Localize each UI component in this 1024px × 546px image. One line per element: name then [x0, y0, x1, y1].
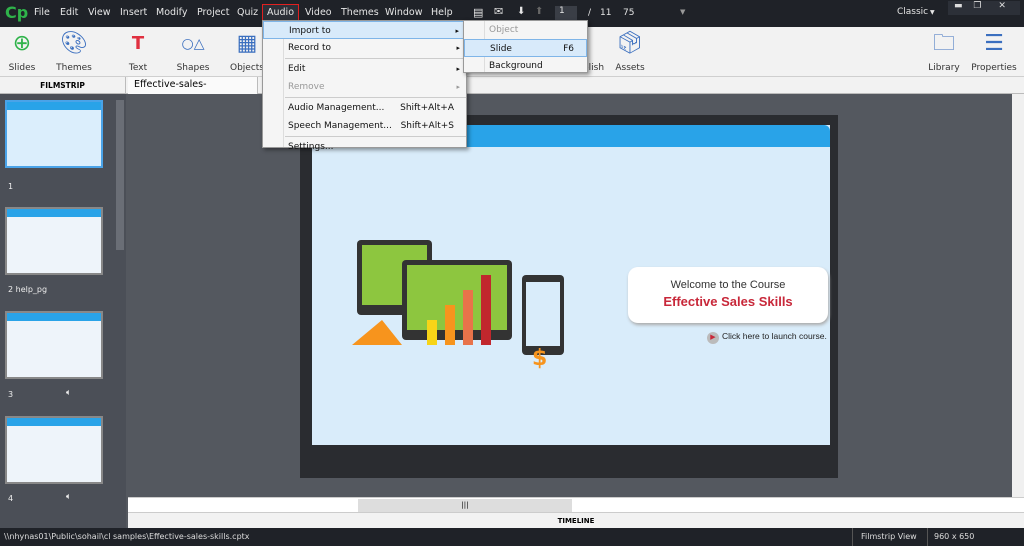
chevron-down-icon[interactable]: ▼: [680, 8, 685, 16]
status-bar: \\nhynas01\Public\sohail\cl samples\Effe…: [0, 528, 1024, 546]
close-icon[interactable]: ✕: [998, 1, 1006, 11]
slide-canvas[interactable]: $ Welcome to the Course Effective Sales …: [312, 125, 830, 445]
palette-icon: 🎨︎: [60, 31, 88, 56]
menu-edit[interactable]: Edit: [56, 5, 82, 20]
speaker-icon: 🔈︎: [66, 492, 72, 502]
menu-item-audio-management[interactable]: Audio Management... Shift+Alt+A: [263, 99, 466, 117]
arrow-down-icon[interactable]: ⬇: [517, 6, 525, 17]
text-label: Text: [128, 63, 148, 73]
submenu-item-background[interactable]: Background: [464, 57, 587, 75]
filmstrip-scrollbar[interactable]: [116, 100, 124, 250]
play-icon: ▶: [707, 332, 719, 344]
text-icon: T: [131, 33, 145, 54]
menu-project[interactable]: Project: [193, 5, 234, 20]
assets-label: Assets: [615, 63, 645, 73]
restore-icon[interactable]: ❐: [973, 1, 981, 11]
shapes-label: Shapes: [176, 63, 210, 73]
horizontal-scrollbar[interactable]: |||: [128, 497, 1024, 512]
themes-button[interactable]: 🎨︎ Themes: [44, 30, 104, 73]
slide-thumbnail-4[interactable]: [5, 416, 103, 484]
menu-quiz[interactable]: Quiz: [233, 5, 262, 20]
submenu-item-slide[interactable]: Slide F6: [464, 39, 587, 57]
slide-thumbnail-1[interactable]: [5, 100, 103, 168]
svg-text:$: $: [532, 346, 547, 370]
page-input[interactable]: 1: [555, 6, 577, 20]
preview-icon[interactable]: ▤: [473, 6, 483, 19]
menu-lines-icon: ☰: [984, 31, 1004, 56]
zoom-select[interactable]: 75: [623, 8, 634, 18]
menu-audio[interactable]: Audio: [262, 4, 300, 21]
slide-label: 2 help_pg: [8, 285, 48, 294]
menu-help[interactable]: Help: [427, 5, 457, 20]
themes-label: Themes: [56, 63, 92, 73]
menu-item-speech-management[interactable]: Speech Management... Shift+Alt+S: [263, 117, 466, 135]
launch-course-button[interactable]: ▶ Click here to launch course.: [707, 331, 827, 344]
speaker-icon: 🔈︎: [66, 388, 72, 398]
page-total: 11: [600, 8, 612, 18]
vertical-scrollbar[interactable]: [1012, 94, 1024, 497]
menu-file[interactable]: File: [30, 5, 54, 20]
slide-label: 4: [8, 494, 14, 503]
audio-dropdown-menu: Import to ▸ Record to ▸ Edit ▸ Remove ▸ Audi…: [262, 20, 467, 152]
menu-insert[interactable]: Insert: [116, 5, 151, 20]
mail-icon[interactable]: ✉: [494, 5, 503, 18]
view-mode: Filmstrip View: [852, 528, 917, 546]
shapes-icon: ○△: [181, 36, 205, 52]
menu-video[interactable]: Video: [301, 5, 336, 20]
submenu-item-object: Object: [489, 25, 519, 35]
filmstrip-header: FILMSTRIP: [0, 77, 126, 94]
shapes-button[interactable]: ○△ Shapes: [163, 30, 223, 73]
slide-size: 960 x 650: [927, 528, 974, 546]
menu-item-settings[interactable]: Settings...: [263, 138, 466, 156]
properties-button[interactable]: ☰ Properties: [964, 30, 1024, 73]
menu-item-remove: Remove ▸: [288, 82, 460, 92]
minimize-icon[interactable]: ▬: [954, 1, 963, 11]
launch-text: Click here to launch course.: [722, 331, 827, 341]
menu-item-edit[interactable]: Edit ▸: [263, 60, 466, 78]
menu-item-import-to[interactable]: Import to ▸: [263, 21, 466, 39]
menu-item-record-to[interactable]: Record to ▸: [263, 39, 466, 57]
slide-label: 3: [8, 390, 14, 399]
chevron-down-icon[interactable]: ▼: [930, 9, 935, 16]
slide-label: 1: [8, 182, 14, 191]
text-button[interactable]: T Text: [108, 30, 168, 73]
menu-themes[interactable]: Themes: [337, 5, 383, 20]
page-separator: /: [588, 8, 592, 18]
arrow-up-icon[interactable]: ⬆: [535, 6, 543, 17]
tab-row: FILMSTRIP Effective-sales-skills.cptx* ×: [0, 77, 1024, 106]
window-controls: ▬ ❐ ✕: [948, 1, 1020, 15]
import-to-submenu: Object Slide F6 Background: [463, 20, 588, 73]
timeline-bar[interactable]: TIMELINE: [128, 512, 1024, 528]
slide-thumbnail-3[interactable]: [5, 311, 103, 379]
document-tab[interactable]: Effective-sales-skills.cptx* ×: [128, 77, 258, 106]
assets-button[interactable]: 📦︎ Assets: [600, 30, 660, 73]
box-icon: 📦︎: [616, 31, 644, 56]
properties-label: Properties: [971, 63, 1017, 73]
menu-view[interactable]: View: [84, 5, 115, 20]
welcome-text: Welcome to the Course: [670, 279, 786, 291]
course-title: Effective Sales Skills: [663, 294, 793, 309]
welcome-card: Welcome to the Course Effective Sales Sk…: [628, 267, 828, 323]
scroll-thumb[interactable]: |||: [358, 499, 572, 512]
menu-modify[interactable]: Modify: [152, 5, 191, 20]
app-logo: Cp: [5, 3, 29, 22]
filmstrip-panel: 1 2 help_pg 3 🔈︎ 4 🔈︎: [0, 94, 126, 528]
file-path: \\nhynas01\Public\sohail\cl samples\Effe…: [4, 532, 250, 541]
menu-window[interactable]: Window: [381, 5, 426, 20]
workspace-mode-select[interactable]: Classic: [897, 7, 928, 17]
sales-chart-illustration: $: [352, 240, 564, 370]
slide-thumbnail-2[interactable]: [5, 207, 103, 275]
